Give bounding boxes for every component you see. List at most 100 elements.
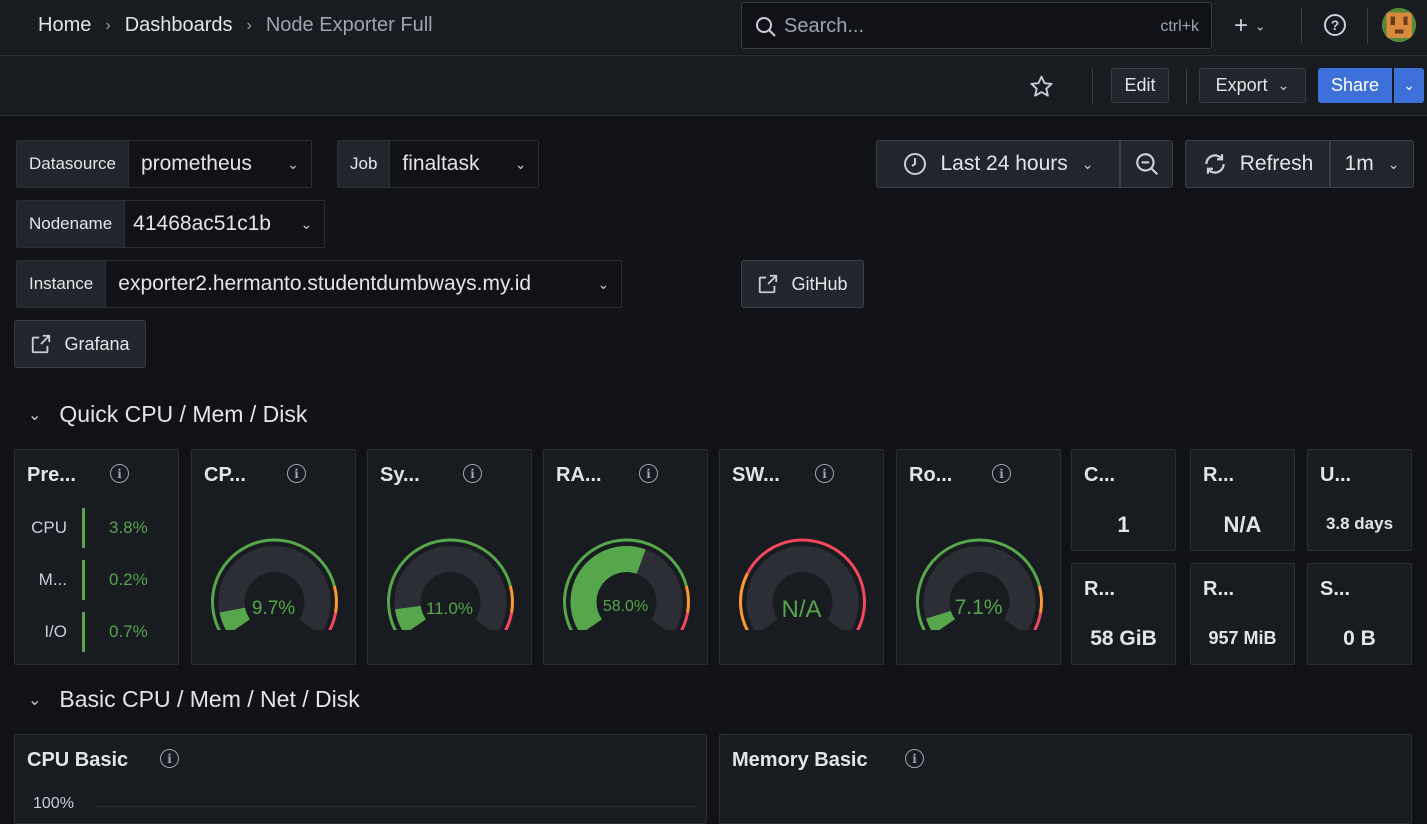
stat-panel-rootfs-total: R... 58 GiB xyxy=(1071,563,1176,665)
gauge-value: 9.7% xyxy=(251,598,296,619)
panel-title: C... xyxy=(1084,464,1116,486)
time-range-picker[interactable]: Last 24 hours ⌄ xyxy=(876,140,1120,188)
instance-variable: Instance exporter2.hermanto.studentdumbw… xyxy=(16,260,623,308)
github-link-button[interactable]: GitHub xyxy=(741,260,864,308)
pressure-row-cpu: CPU 3.8% xyxy=(15,508,179,548)
dashboard-toolbar: Edit Export ⌄ Share ⌄ xyxy=(0,56,1427,116)
nodename-select[interactable]: 41468ac51c1b ⌄ xyxy=(125,201,325,247)
stat-panel-reserved: R... N/A xyxy=(1190,449,1295,551)
panel-title: R... xyxy=(1084,578,1116,600)
instance-label: Instance xyxy=(17,261,107,307)
nodename-value: 41468ac51c1b xyxy=(133,212,271,235)
y-axis-tick: 100% xyxy=(33,795,74,812)
nodename-variable: Nodename 41468ac51c1b ⌄ xyxy=(16,200,326,248)
pressure-bar xyxy=(82,508,85,548)
panel-title: CP... xyxy=(204,464,246,486)
panel-title: Memory Basic xyxy=(732,749,868,771)
info-icon[interactable]: i xyxy=(110,464,129,483)
time-range-label: Last 24 hours xyxy=(940,152,1068,175)
chevron-down-icon: ⌄ xyxy=(1387,155,1400,172)
job-value: finaltask xyxy=(402,152,480,175)
help-icon[interactable]: ? xyxy=(1323,13,1347,37)
info-icon[interactable]: i xyxy=(815,464,834,483)
nodename-label: Nodename xyxy=(17,201,126,247)
job-select[interactable]: finaltask ⌄ xyxy=(390,141,539,187)
row-toggle-basic[interactable]: ⌄ Basic CPU / Mem / Net / Disk xyxy=(28,686,360,713)
gauge-panel-rootfs: Ro... i 7.1% xyxy=(896,449,1061,665)
pressure-row-memory: M... 0.2% xyxy=(15,560,179,600)
gauge-panel-sysload: Sy... i 11.0% xyxy=(367,449,532,665)
row-title-quick: Quick CPU / Mem / Disk xyxy=(59,401,308,427)
info-icon[interactable]: i xyxy=(639,464,658,483)
stat-panel-uptime: U... 3.8 days xyxy=(1307,449,1412,551)
refresh-button[interactable]: Refresh xyxy=(1185,140,1330,188)
refresh-interval-picker[interactable]: 1m ⌄ xyxy=(1330,140,1414,188)
panel-title: U... xyxy=(1320,464,1352,486)
chevron-down-icon: ⌄ xyxy=(1081,155,1094,172)
zoom-out-icon xyxy=(1135,153,1158,176)
info-icon[interactable]: i xyxy=(160,749,179,768)
edit-button[interactable]: Edit xyxy=(1111,68,1169,103)
export-button[interactable]: Export ⌄ xyxy=(1199,68,1306,103)
pressure-bar xyxy=(82,560,85,600)
panel-title: R... xyxy=(1203,464,1235,486)
stat-value: 957 MiB xyxy=(1208,628,1277,648)
info-icon[interactable]: i xyxy=(287,464,306,483)
row-toggle-quick[interactable]: ⌄ Quick CPU / Mem / Disk xyxy=(28,401,307,428)
chevron-down-icon: ⌄ xyxy=(1277,77,1290,93)
stat-value: 58 GiB xyxy=(1090,627,1157,650)
github-label: GitHub xyxy=(791,273,848,294)
panel-title: CPU Basic xyxy=(27,749,129,771)
chevron-down-icon: ⌄ xyxy=(1254,18,1266,34)
chevron-down-icon: ⌄ xyxy=(28,406,42,424)
chevron-down-icon: ⌄ xyxy=(597,275,610,292)
panel-title: SW... xyxy=(732,464,780,486)
breadcrumb-dashboards[interactable]: Dashboards xyxy=(125,14,233,37)
datasource-select[interactable]: prometheus ⌄ xyxy=(128,141,311,187)
instance-value: exporter2.hermanto.studentdumbways.my.id xyxy=(118,272,532,295)
search-shortcut: ctrl+k xyxy=(1160,18,1199,35)
gauge-panel-swap: SW... i N/A xyxy=(719,449,884,665)
zoom-out-button[interactable] xyxy=(1120,140,1173,188)
stat-value: 0 B xyxy=(1343,627,1376,650)
avatar[interactable] xyxy=(1382,8,1416,42)
gauge-panel-ram: RA... i 58.0% xyxy=(543,449,708,665)
divider xyxy=(1301,8,1302,44)
pressure-label: M... xyxy=(38,570,67,589)
grafana-link-button[interactable]: Grafana xyxy=(14,320,146,368)
gauge-value: 58.0% xyxy=(602,598,649,615)
stat-panel-ram-total: R... 957 MiB xyxy=(1190,563,1295,665)
pressure-value: 0.7% xyxy=(109,622,148,641)
add-menu-button[interactable]: + ⌄ xyxy=(1234,12,1266,40)
search-input[interactable]: Search... ctrl+k xyxy=(741,2,1212,49)
stat-value: 3.8 days xyxy=(1325,514,1394,533)
gauge-value: 11.0% xyxy=(426,599,473,618)
info-icon[interactable]: i xyxy=(463,464,482,483)
clock-icon xyxy=(903,153,926,175)
gauge-panel-cpu: CP... i 9.7% xyxy=(191,449,356,665)
datasource-value: prometheus xyxy=(140,152,252,175)
chevron-down-icon: ⌄ xyxy=(514,155,527,172)
info-icon[interactable]: i xyxy=(992,464,1011,483)
chevron-down-icon: ⌄ xyxy=(28,691,42,709)
stat-value: 1 xyxy=(1117,512,1130,537)
divider xyxy=(1367,8,1368,44)
pressure-label: I/O xyxy=(44,622,67,641)
top-navbar: Home › Dashboards › Node Exporter Full S… xyxy=(0,0,1427,56)
info-icon[interactable]: i xyxy=(905,749,924,768)
star-icon[interactable] xyxy=(1029,74,1054,99)
job-label: Job xyxy=(338,141,391,187)
share-dropdown-button[interactable]: ⌄ xyxy=(1394,68,1424,103)
instance-select[interactable]: exporter2.hermanto.studentdumbways.my.id… xyxy=(106,261,622,307)
grid-line xyxy=(95,806,695,807)
panel-title: RA... xyxy=(556,464,602,486)
datasource-variable: Datasource prometheus ⌄ xyxy=(16,140,312,188)
share-button[interactable]: Share xyxy=(1318,68,1392,103)
chevron-right-icon: › xyxy=(246,16,252,34)
external-link-icon xyxy=(32,334,51,354)
chevron-down-icon: ⌄ xyxy=(1403,77,1415,93)
panel-title: Sy... xyxy=(380,464,420,486)
chevron-right-icon: › xyxy=(105,16,111,34)
breadcrumb-home[interactable]: Home xyxy=(38,14,91,37)
search-icon xyxy=(756,17,776,37)
